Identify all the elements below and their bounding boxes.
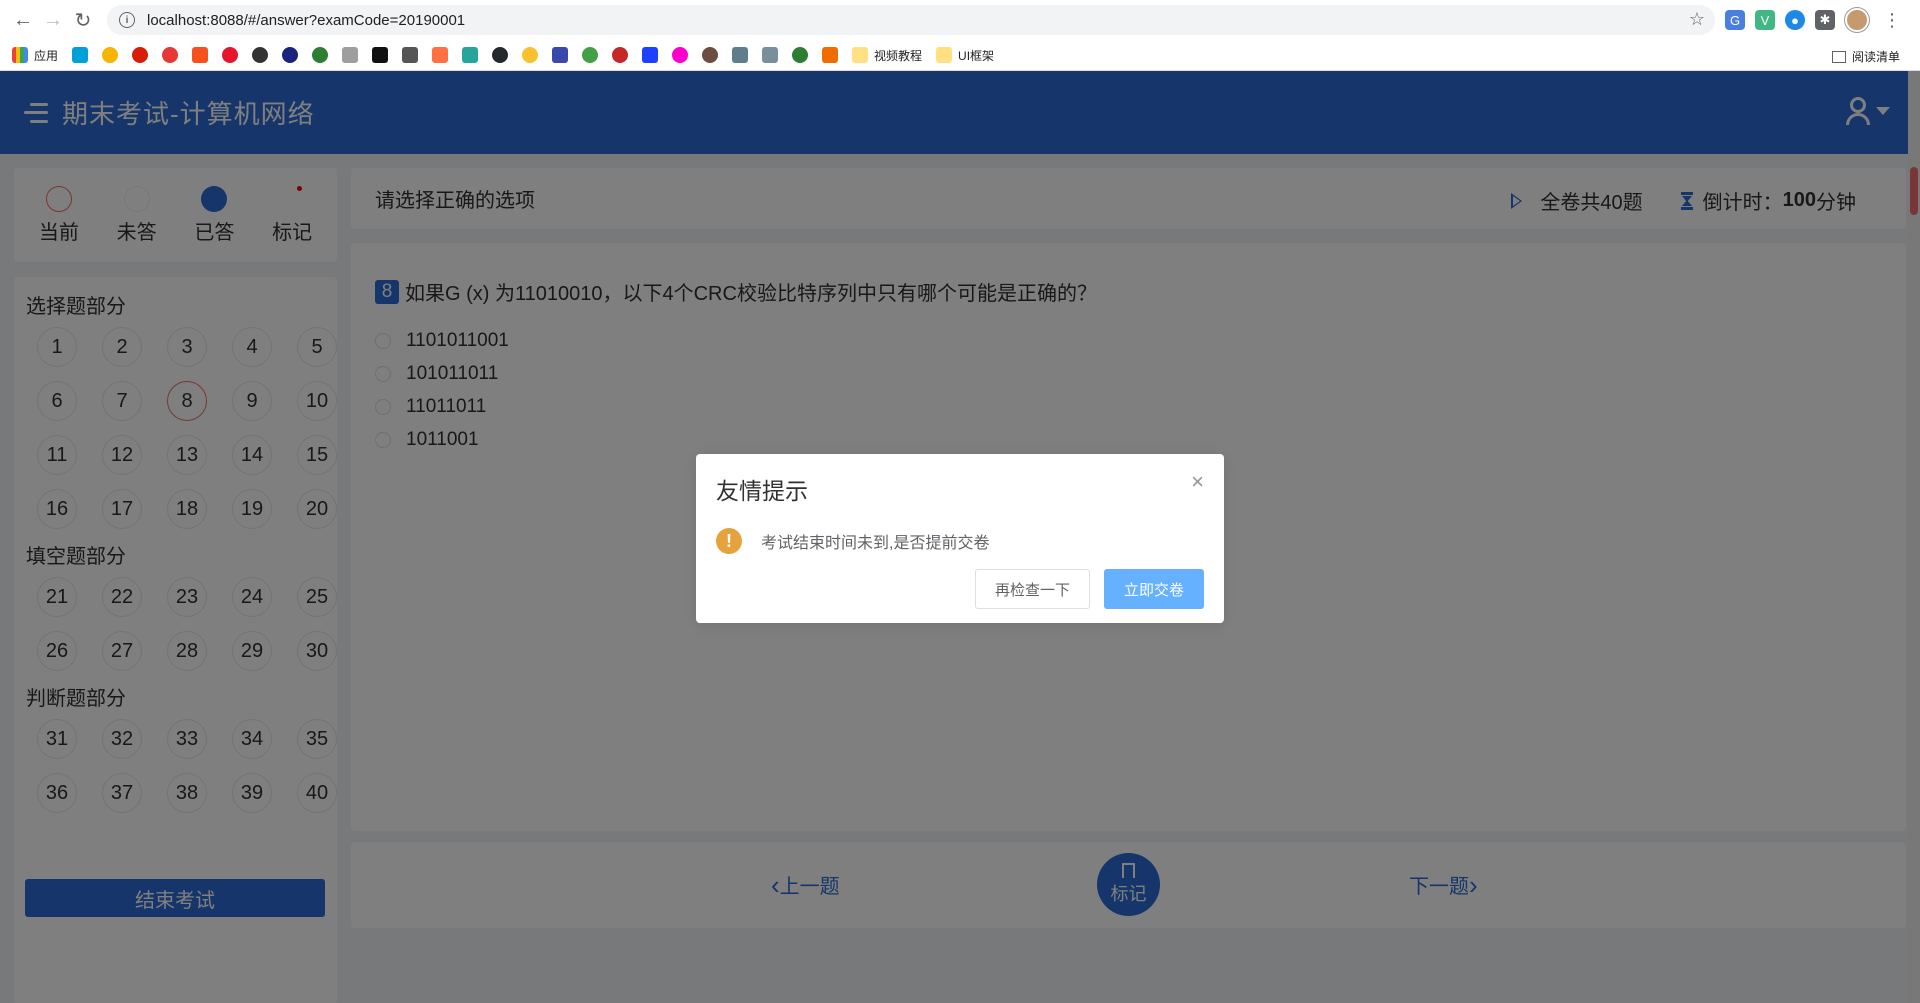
reading-list[interactable]: 阅读清单 bbox=[1831, 48, 1900, 65]
bookmark-site[interactable] bbox=[762, 47, 779, 63]
bookmark-site[interactable] bbox=[432, 47, 449, 63]
site-icon bbox=[702, 47, 719, 63]
site-icon bbox=[792, 47, 809, 63]
warning-icon: ! bbox=[716, 528, 742, 554]
bookmark-site[interactable] bbox=[312, 47, 329, 63]
site-icon bbox=[672, 47, 689, 63]
bookmark-site[interactable] bbox=[792, 47, 809, 63]
csdn-icon bbox=[192, 47, 209, 63]
apps-grid-icon bbox=[12, 47, 28, 63]
bookmark-site[interactable] bbox=[342, 47, 359, 63]
browser-toolbar: ← → ↻ i localhost:8088/#/answer?examCode… bbox=[0, 0, 1920, 40]
site-icon bbox=[462, 47, 479, 63]
dialog-actions: 再检查一下 立即交卷 bbox=[975, 569, 1204, 609]
bookmark-site[interactable] bbox=[72, 47, 89, 63]
bookmark-site[interactable] bbox=[282, 47, 299, 63]
dialog-message: 考试结束时间未到,是否提前交卷 bbox=[761, 535, 990, 552]
site-icon bbox=[372, 47, 389, 63]
reload-icon[interactable]: ↻ bbox=[68, 5, 98, 35]
dialog-title: 友情提示 bbox=[716, 478, 808, 504]
bookmark-site[interactable] bbox=[462, 47, 479, 63]
site-icon bbox=[252, 47, 269, 63]
vue-devtools-icon[interactable]: V bbox=[1755, 10, 1775, 30]
site-icon bbox=[162, 47, 179, 63]
bookmark-site[interactable] bbox=[582, 47, 599, 63]
bilibili-icon bbox=[72, 47, 89, 63]
folder-icon bbox=[852, 47, 869, 63]
globe-extension-icon[interactable]: ● bbox=[1785, 10, 1805, 30]
folder-icon bbox=[936, 47, 953, 63]
bookmark-folder-ui[interactable]: UI框架 bbox=[936, 47, 994, 64]
bookmark-site[interactable] bbox=[492, 47, 509, 63]
site-icon bbox=[582, 47, 599, 63]
site-icon bbox=[102, 47, 119, 63]
site-icon bbox=[642, 47, 659, 63]
bookmark-label: 视频教程 bbox=[874, 48, 923, 63]
bookmark-site[interactable] bbox=[162, 47, 179, 63]
github-icon bbox=[492, 47, 509, 63]
bookmark-site[interactable] bbox=[192, 47, 209, 63]
bookmark-star-icon[interactable]: ☆ bbox=[1689, 9, 1705, 30]
cancel-button[interactable]: 再检查一下 bbox=[975, 569, 1090, 609]
bookmark-site[interactable] bbox=[612, 47, 629, 63]
bookmark-site[interactable] bbox=[402, 47, 419, 63]
forward-icon[interactable]: → bbox=[38, 5, 68, 35]
site-icon bbox=[762, 47, 779, 63]
close-icon[interactable]: × bbox=[1191, 471, 1204, 493]
bookmark-site[interactable] bbox=[702, 47, 719, 63]
bookmark-apps[interactable]: 应用 bbox=[12, 47, 58, 64]
bookmark-site[interactable] bbox=[372, 47, 389, 63]
profile-avatar[interactable] bbox=[1845, 8, 1869, 32]
bookmark-site[interactable] bbox=[822, 47, 839, 63]
site-icon bbox=[312, 47, 329, 63]
bookmark-site[interactable] bbox=[522, 47, 539, 63]
bookmark-site[interactable] bbox=[132, 47, 149, 63]
bookmarks-bar: 应用 视频教程 UI框架 阅读清单 bbox=[0, 40, 1920, 71]
puzzle-extensions-icon[interactable]: ✱ bbox=[1815, 10, 1835, 30]
bookmark-label: 应用 bbox=[34, 48, 59, 63]
home-icon bbox=[342, 47, 359, 63]
url-text: localhost:8088/#/answer?examCode=2019000… bbox=[147, 11, 466, 29]
site-icon bbox=[522, 47, 539, 63]
site-icon bbox=[282, 47, 299, 63]
bookmark-site[interactable] bbox=[102, 47, 119, 63]
info-icon[interactable]: i bbox=[119, 12, 135, 28]
translate-extension-icon[interactable]: G bbox=[1725, 10, 1745, 30]
site-icon bbox=[552, 47, 569, 63]
site-icon bbox=[402, 47, 419, 63]
reading-list-label: 阅读清单 bbox=[1851, 50, 1900, 64]
bookmark-site[interactable] bbox=[732, 47, 749, 63]
site-icon bbox=[822, 47, 839, 63]
site-icon bbox=[432, 47, 449, 63]
submit-exam-button[interactable]: 立即交卷 bbox=[1104, 569, 1204, 609]
back-icon[interactable]: ← bbox=[8, 5, 38, 35]
bookmark-site[interactable] bbox=[252, 47, 269, 63]
bookmark-folder-video[interactable]: 视频教程 bbox=[852, 47, 922, 64]
confirm-dialog: 友情提示 × ! 考试结束时间未到,是否提前交卷 再检查一下 立即交卷 bbox=[696, 454, 1224, 623]
site-icon bbox=[732, 47, 749, 63]
weibo-icon bbox=[222, 47, 239, 63]
browser-menu-icon[interactable]: ⋮ bbox=[1883, 10, 1901, 31]
address-bar[interactable]: i localhost:8088/#/answer?examCode=20190… bbox=[107, 5, 1715, 35]
extensions-area: G V ● ✱ ⋮ bbox=[1725, 8, 1901, 32]
site-icon bbox=[132, 47, 149, 63]
reading-list-icon bbox=[1831, 50, 1846, 63]
bookmark-label: UI框架 bbox=[958, 48, 995, 63]
bookmark-site[interactable] bbox=[672, 47, 689, 63]
site-icon bbox=[612, 47, 629, 63]
dialog-body: ! 考试结束时间未到,是否提前交卷 bbox=[716, 528, 1204, 554]
bookmark-site[interactable] bbox=[642, 47, 659, 63]
bookmark-site[interactable] bbox=[552, 47, 569, 63]
bookmark-site[interactable] bbox=[222, 47, 239, 63]
